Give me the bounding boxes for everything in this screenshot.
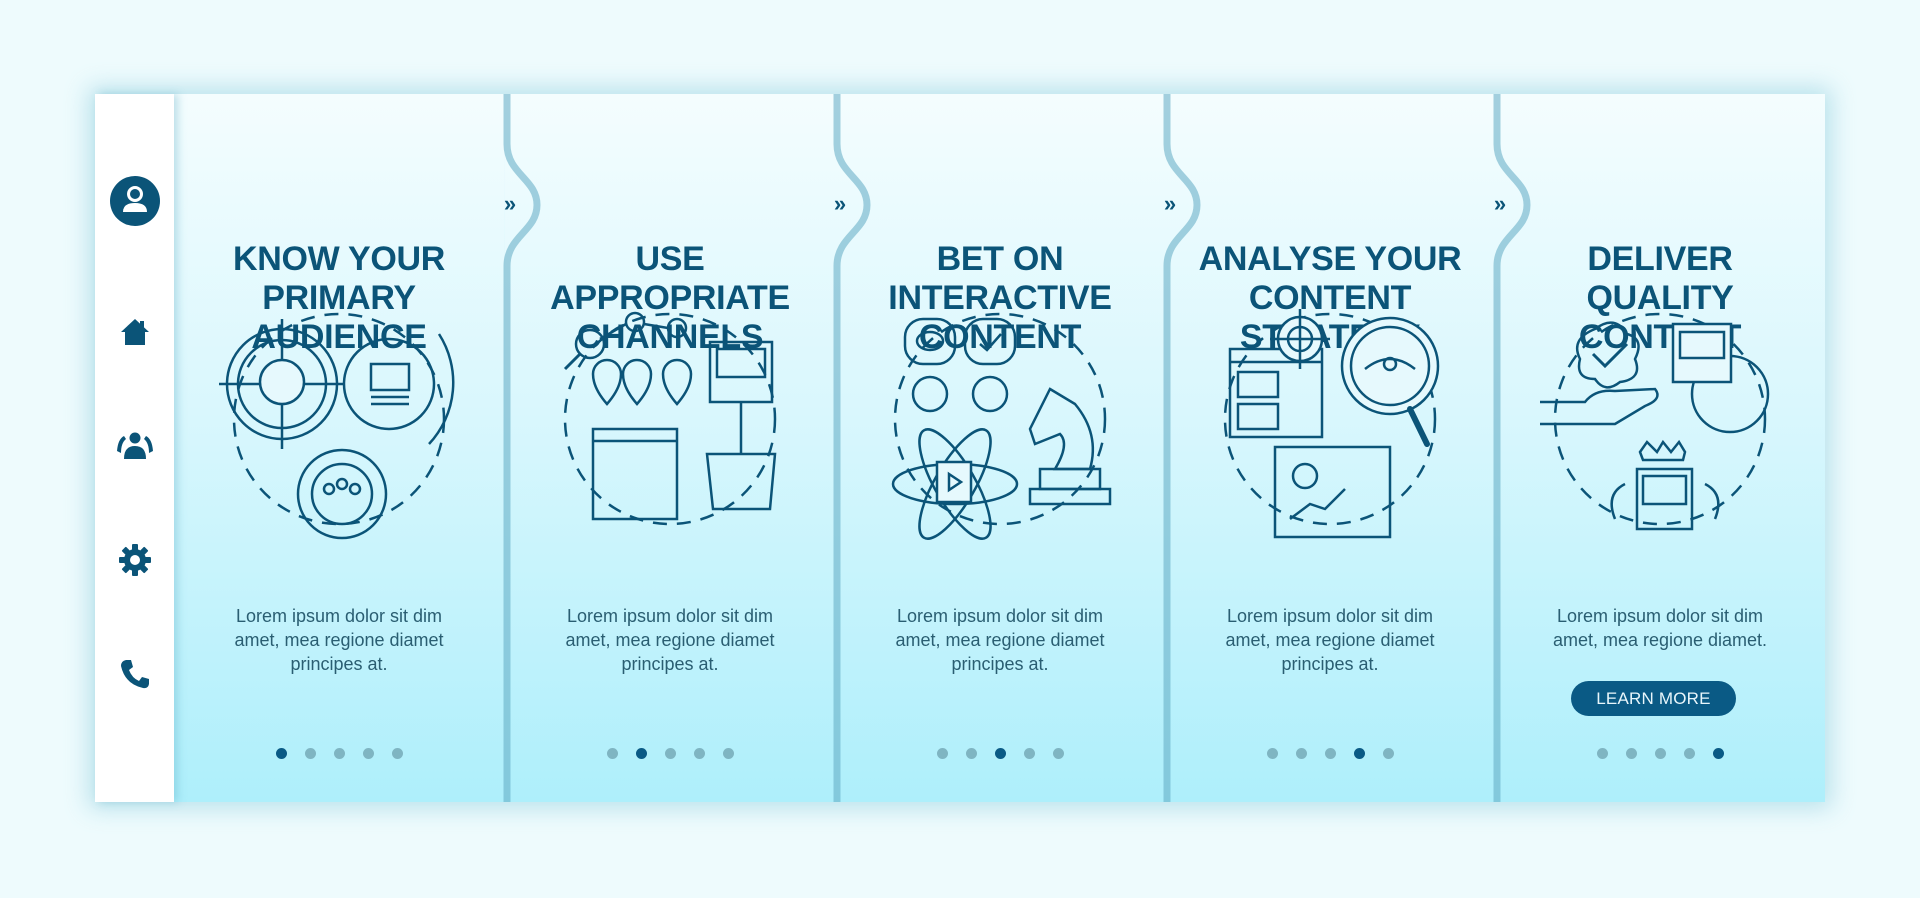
onboarding-panel-4: ANALYSE YOUR CONTENT STRATEGY Lorem ipsum … bbox=[1165, 94, 1495, 802]
pagination-dot[interactable] bbox=[333, 748, 345, 759]
sidebar-item-contact[interactable] bbox=[95, 656, 174, 692]
pagination-dots bbox=[174, 748, 504, 759]
pagination-dot[interactable] bbox=[1596, 748, 1608, 759]
interactive-content-illustration bbox=[891, 312, 1112, 540]
pagination-dot-active[interactable] bbox=[635, 748, 647, 759]
strategy-analysis-illustration bbox=[1223, 309, 1440, 539]
panel-description-line: Lorem ipsum dolor sit dim bbox=[566, 606, 774, 626]
pagination-dot[interactable] bbox=[1266, 748, 1278, 759]
panel-description-line: Lorem ipsum dolor sit dim bbox=[235, 606, 443, 626]
pagination-dot-active[interactable] bbox=[1712, 748, 1724, 759]
panel-description-line: principes at. bbox=[621, 654, 719, 674]
pagination-dot[interactable] bbox=[606, 748, 618, 759]
pagination-dot[interactable] bbox=[936, 748, 948, 759]
next-chevron-icon[interactable]: » bbox=[495, 193, 525, 215]
onboarding-panel-1: KNOW YOUR PRIMARY AUDIENCE Lorem ipsum dol… bbox=[174, 94, 504, 802]
panel-description-line: amet, mea regione diamet bbox=[234, 630, 444, 650]
next-chevron-icon[interactable]: » bbox=[1485, 193, 1515, 215]
panel-description-line: principes at. bbox=[1281, 654, 1379, 674]
user-icon bbox=[109, 176, 160, 226]
onboarding-panel-2: USE APPROPRIATE CHANNELS Lorem ipsum dolor… bbox=[505, 94, 835, 802]
sidebar bbox=[95, 94, 174, 802]
pagination-dot[interactable] bbox=[1625, 748, 1637, 759]
panel-description-line: Lorem ipsum dolor sit dim bbox=[1556, 606, 1764, 626]
home-icon bbox=[120, 319, 149, 345]
panel-title-line: USE bbox=[635, 240, 705, 278]
pagination-dot[interactable] bbox=[1295, 748, 1307, 759]
pagination-dot[interactable] bbox=[362, 748, 374, 759]
pagination-dot[interactable] bbox=[965, 748, 977, 759]
phone-icon bbox=[120, 660, 149, 689]
pagination-dot-active[interactable] bbox=[1353, 748, 1365, 759]
pagination-dot[interactable] bbox=[1023, 748, 1035, 759]
onboarding-panel-3: BET ON INTERACTIVE CONTENT Lorem ipsum dol… bbox=[835, 94, 1165, 802]
pagination-dot[interactable] bbox=[664, 748, 676, 759]
panel-description-line: Lorem ipsum dolor sit dim bbox=[896, 606, 1104, 626]
gear-icon bbox=[118, 544, 151, 576]
panel-description: Lorem ipsum dolor sit dim amet, mea regio… bbox=[515, 604, 825, 676]
channels-locations-illustration bbox=[563, 311, 777, 526]
panel-title-line: DELIVER bbox=[1587, 240, 1733, 278]
sidebar-item-profile[interactable] bbox=[95, 175, 174, 227]
pagination-dot[interactable] bbox=[1654, 748, 1666, 759]
group-icon bbox=[116, 432, 153, 459]
panel-description-line: amet, mea regione diamet bbox=[565, 630, 775, 650]
onboarding-panel-5: DELIVER QUALITY CONTENT Lorem ipsum dolor … bbox=[1495, 94, 1825, 802]
panel-description: Lorem ipsum dolor sit dim amet, mea regio… bbox=[1175, 604, 1485, 676]
pagination-dot[interactable] bbox=[1683, 748, 1695, 759]
panel-description-line: Lorem ipsum dolor sit dim bbox=[1226, 606, 1434, 626]
audience-target-illustration bbox=[219, 312, 455, 540]
pagination-dots bbox=[1495, 748, 1825, 759]
pagination-dot[interactable] bbox=[304, 748, 316, 759]
panel-description-line: amet, mea regione diamet. bbox=[1552, 630, 1768, 650]
pagination-dots bbox=[505, 748, 835, 759]
panel-description-line: amet, mea regione diamet bbox=[895, 630, 1105, 650]
pagination-dot[interactable] bbox=[693, 748, 705, 759]
sidebar-item-settings[interactable] bbox=[95, 542, 174, 578]
next-chevron-icon[interactable]: » bbox=[825, 193, 855, 215]
pagination-dot-active[interactable] bbox=[994, 748, 1006, 759]
pagination-dot[interactable] bbox=[722, 748, 734, 759]
panel-title-line: KNOW YOUR bbox=[232, 240, 445, 278]
panel-description-line: principes at. bbox=[290, 654, 388, 674]
next-chevron-icon[interactable]: » bbox=[1155, 193, 1185, 215]
panel-title-line: ANALYSE YOUR bbox=[1198, 240, 1462, 278]
sidebar-item-home[interactable] bbox=[95, 314, 174, 350]
panel-description: Lorem ipsum dolor sit dim amet, mea regio… bbox=[184, 604, 494, 676]
pagination-dots bbox=[835, 748, 1165, 759]
pagination-dots bbox=[1165, 748, 1495, 759]
panel-description: Lorem ipsum dolor sit dim amet, mea regio… bbox=[845, 604, 1155, 676]
pagination-dot[interactable] bbox=[1052, 748, 1064, 759]
sidebar-item-community[interactable] bbox=[95, 427, 174, 463]
panel-title-line: BET ON bbox=[936, 240, 1064, 278]
pagination-dot-active[interactable] bbox=[275, 748, 287, 759]
pagination-dot[interactable] bbox=[1324, 748, 1336, 759]
quality-content-illustration bbox=[1540, 312, 1770, 531]
learn-more-button[interactable]: LEARN MORE bbox=[1571, 681, 1736, 716]
pagination-dot[interactable] bbox=[391, 748, 403, 759]
pagination-dot[interactable] bbox=[1382, 748, 1394, 759]
panel-description-line: amet, mea regione diamet bbox=[1225, 630, 1435, 650]
panel-description-line: principes at. bbox=[951, 654, 1049, 674]
panel-description: Lorem ipsum dolor sit dim amet, mea regio… bbox=[1505, 604, 1815, 652]
